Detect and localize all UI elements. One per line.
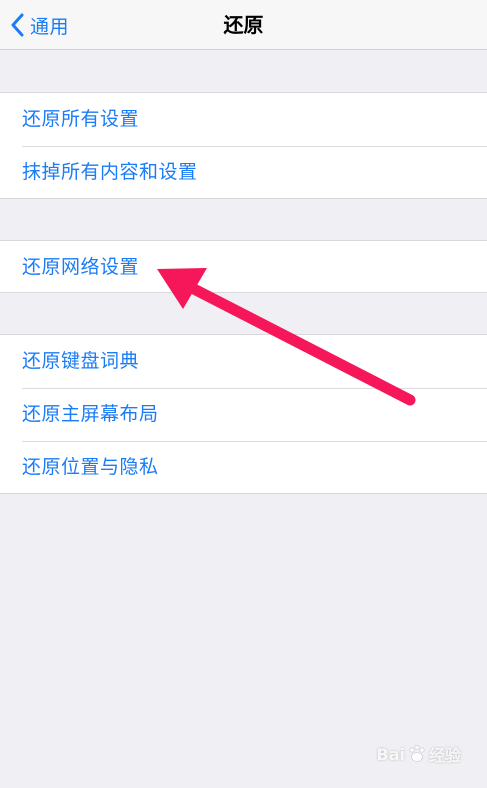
baidu-paw-icon (409, 744, 425, 762)
back-button-label: 通用 (30, 15, 70, 38)
back-button[interactable]: 通用 (10, 0, 69, 50)
chevron-left-icon (11, 13, 24, 37)
row-erase-all-content-and-settings[interactable]: 抹掉所有内容和设置 (0, 146, 487, 199)
row-reset-location-and-privacy[interactable]: 还原位置与隐私 (0, 441, 487, 494)
settings-group-network: 还原网络设置 (0, 240, 487, 293)
watermark-brand-right: 经验 (428, 746, 461, 765)
page-title: 还原 (223, 13, 264, 37)
row-reset-network-settings[interactable]: 还原网络设置 (0, 241, 487, 294)
watermark-brand-left: Bai (376, 744, 405, 764)
navigation-bar: 通用 还原 (0, 0, 487, 50)
settings-group-reset-all: 还原所有设置 抹掉所有内容和设置 (0, 92, 487, 199)
settings-group-other-resets: 还原键盘词典 还原主屏幕布局 还原位置与隐私 (0, 334, 487, 494)
watermark: Bai 经验 (377, 742, 462, 766)
row-reset-home-screen-layout[interactable]: 还原主屏幕布局 (0, 388, 487, 441)
row-reset-keyboard-dictionary[interactable]: 还原键盘词典 (0, 335, 487, 388)
row-reset-all-settings[interactable]: 还原所有设置 (0, 93, 487, 146)
